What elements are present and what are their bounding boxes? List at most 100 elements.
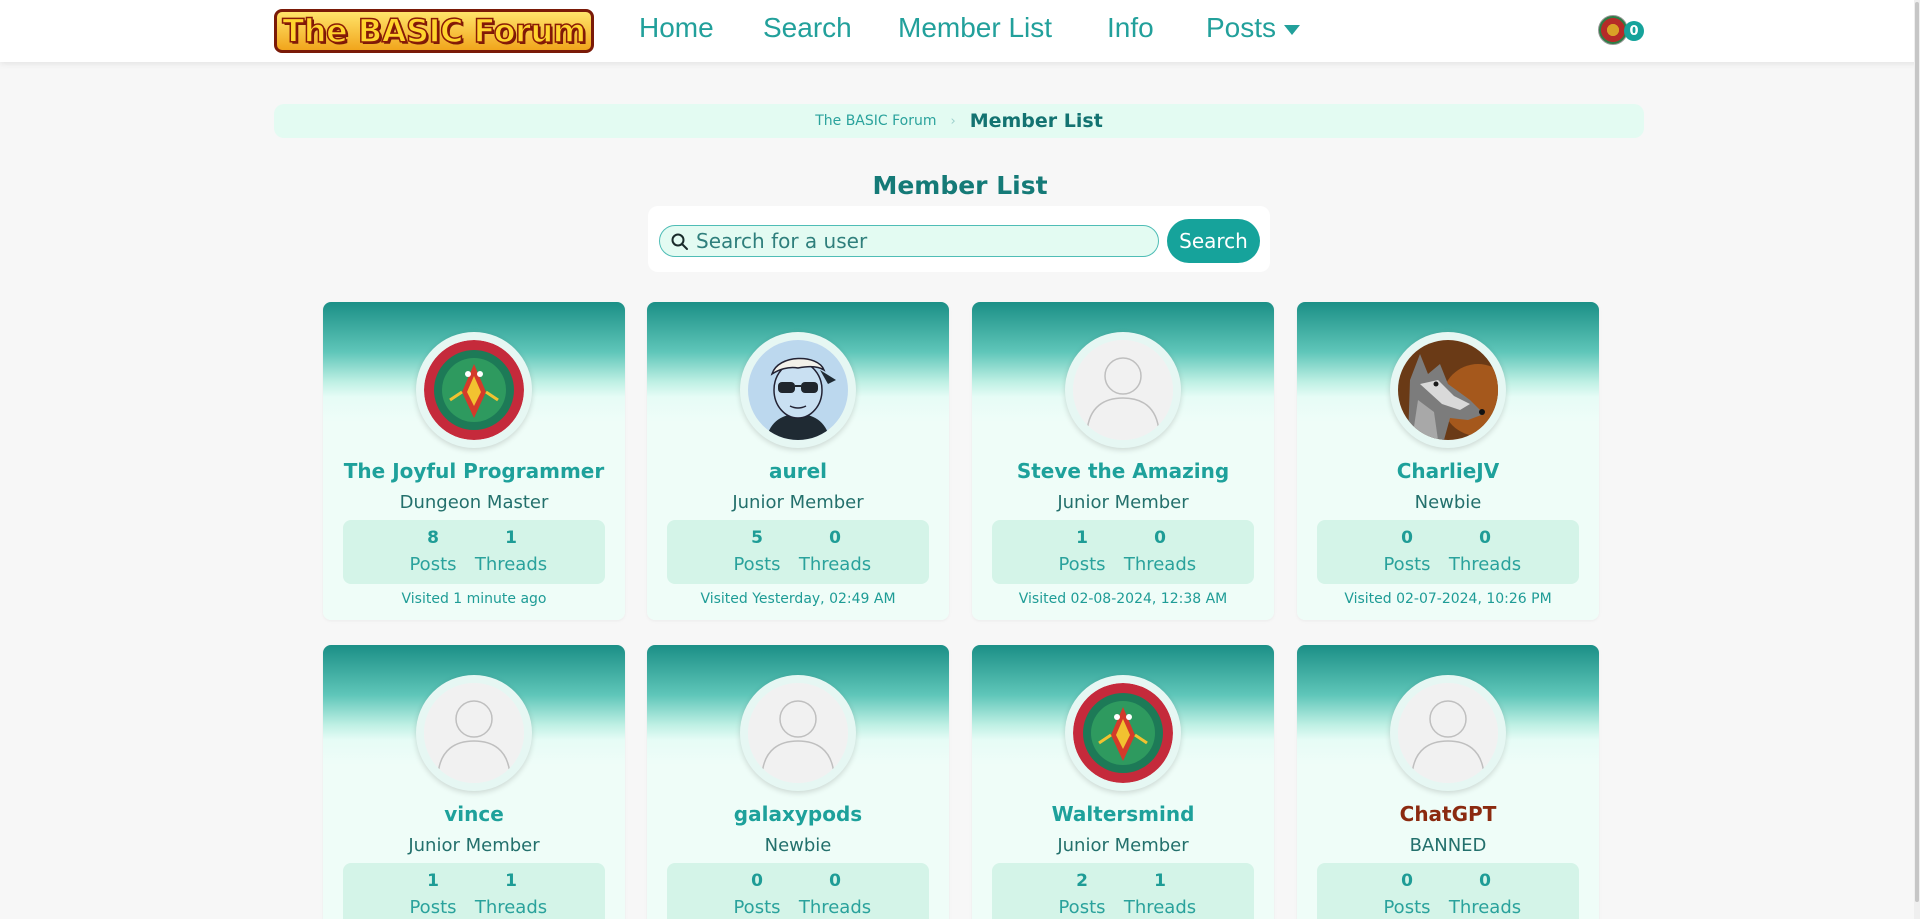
- member-card[interactable]: CharlieJV Newbie 0 Posts 0 Threads Visited 02-…: [1297, 302, 1599, 620]
- member-name[interactable]: galaxypods: [647, 802, 949, 826]
- breadcrumb: The BASIC Forum › Member List: [274, 104, 1644, 138]
- scrollbar-thumb[interactable]: [1915, 2, 1919, 902]
- member-name[interactable]: ChatGPT: [1297, 802, 1599, 826]
- nav-info[interactable]: Info: [1107, 12, 1154, 44]
- member-avatar[interactable]: [1065, 675, 1181, 791]
- search-panel: Search: [648, 206, 1270, 272]
- search-box[interactable]: [659, 225, 1159, 257]
- threads-count: 0: [1154, 528, 1166, 548]
- threads-count: 0: [829, 871, 841, 891]
- posts-label: Posts: [1058, 897, 1106, 918]
- member-stats: 2 Posts 1 Threads: [992, 863, 1254, 919]
- threads-label: Threads: [798, 554, 872, 575]
- member-avatar[interactable]: [1065, 332, 1181, 448]
- default-user-avatar-icon: [748, 683, 848, 783]
- member-rank: Junior Member: [1057, 492, 1189, 513]
- member-stats: 5 Posts 0 Threads: [667, 520, 929, 584]
- posts-count: 8: [427, 528, 439, 548]
- member-stats: 0 Posts 0 Threads: [1317, 520, 1579, 584]
- member-card[interactable]: The Joyful Programmer Dungeon Master 8 Post…: [323, 302, 625, 620]
- nav-member-list[interactable]: Member List: [898, 12, 1052, 44]
- member-rank: Junior Member: [1057, 835, 1189, 856]
- member-rank: Junior Member: [732, 492, 864, 513]
- threads-label: Threads: [474, 897, 548, 918]
- posts-label: Posts: [733, 897, 781, 918]
- member-name[interactable]: Steve the Amazing: [972, 459, 1274, 483]
- threads-count: 0: [1479, 871, 1491, 891]
- nav-posts-label: Posts: [1206, 12, 1277, 43]
- sunglasses-man-avatar: [748, 340, 848, 440]
- member-avatar[interactable]: [740, 332, 856, 448]
- member-avatar[interactable]: [1390, 332, 1506, 448]
- breadcrumb-separator: ›: [950, 113, 956, 129]
- wolf-avatar: [1398, 340, 1498, 440]
- member-card[interactable]: vince Junior Member 1 Posts 1 Threads: [323, 645, 625, 919]
- member-card[interactable]: Steve the Amazing Junior Member 1 Posts 0 Thr…: [972, 302, 1274, 620]
- member-name[interactable]: aurel: [647, 459, 949, 483]
- posts-label: Posts: [733, 554, 781, 575]
- member-name[interactable]: vince: [323, 802, 625, 826]
- member-stats: 0 Posts 0 Threads: [667, 863, 929, 919]
- member-name[interactable]: Waltersmind: [972, 802, 1274, 826]
- last-visited: Visited Yesterday, 02:49 AM: [700, 591, 896, 607]
- search-button[interactable]: Search: [1167, 219, 1260, 263]
- nav-home[interactable]: Home: [639, 12, 714, 44]
- member-card[interactable]: Waltersmind Junior Member 2 Posts 1 Threads: [972, 645, 1274, 919]
- member-name[interactable]: CharlieJV: [1297, 459, 1599, 483]
- breadcrumb-current: Member List: [969, 110, 1103, 132]
- posts-count: 0: [1401, 871, 1413, 891]
- member-avatar[interactable]: [740, 675, 856, 791]
- last-visited: Visited 1 minute ago: [401, 591, 547, 607]
- posts-label: Posts: [409, 554, 457, 575]
- threads-label: Threads: [1448, 897, 1522, 918]
- member-stats: 0 Posts 0 Threads: [1317, 863, 1579, 919]
- last-visited: Visited 02-07-2024, 10:26 PM: [1344, 591, 1552, 607]
- nav-posts[interactable]: Posts: [1206, 12, 1301, 44]
- posts-count: 0: [751, 871, 763, 891]
- top-navbar: The BASIC Forum Home Search Member List …: [0, 0, 1920, 62]
- joyful-programmer-avatar: [424, 340, 524, 440]
- joyful-programmer-avatar: [1073, 683, 1173, 783]
- notification-badge[interactable]: 0: [1624, 21, 1644, 41]
- member-rank: Dungeon Master: [399, 492, 549, 513]
- default-user-avatar-icon: [424, 683, 524, 783]
- user-search-input[interactable]: [696, 227, 1151, 255]
- member-rank: Newbie: [764, 835, 832, 856]
- threads-count: 1: [1154, 871, 1166, 891]
- member-name[interactable]: The Joyful Programmer: [323, 459, 625, 483]
- member-avatar[interactable]: [416, 332, 532, 448]
- page-title: Member List: [872, 171, 1048, 200]
- posts-count: 1: [1076, 528, 1088, 548]
- member-card[interactable]: galaxypods Newbie 0 Posts 0 Threads: [647, 645, 949, 919]
- nav-search[interactable]: Search: [763, 12, 852, 44]
- threads-label: Threads: [1123, 897, 1197, 918]
- threads-count: 0: [1479, 528, 1491, 548]
- threads-label: Threads: [1123, 554, 1197, 575]
- posts-count: 5: [751, 528, 763, 548]
- threads-label: Threads: [1448, 554, 1522, 575]
- threads-count: 0: [829, 528, 841, 548]
- threads-label: Threads: [474, 554, 548, 575]
- member-card[interactable]: ChatGPT BANNED 0 Posts 0 Threads: [1297, 645, 1599, 919]
- threads-count: 1: [505, 528, 517, 548]
- search-icon: [671, 233, 688, 250]
- threads-count: 1: [505, 871, 517, 891]
- posts-count: 1: [427, 871, 439, 891]
- posts-label: Posts: [409, 897, 457, 918]
- member-stats: 1 Posts 1 Threads: [343, 863, 605, 919]
- posts-count: 0: [1401, 528, 1413, 548]
- forum-logo[interactable]: The BASIC Forum: [274, 9, 594, 53]
- posts-label: Posts: [1383, 554, 1431, 575]
- member-avatar[interactable]: [416, 675, 532, 791]
- posts-label: Posts: [1058, 554, 1106, 575]
- member-stats: 1 Posts 0 Threads: [992, 520, 1254, 584]
- member-avatar[interactable]: [1390, 675, 1506, 791]
- default-user-avatar-icon: [1073, 340, 1173, 440]
- threads-label: Threads: [798, 897, 872, 918]
- default-user-avatar-icon: [1398, 683, 1498, 783]
- breadcrumb-home-link[interactable]: The BASIC Forum: [815, 113, 936, 129]
- posts-label: Posts: [1383, 897, 1431, 918]
- member-stats: 8 Posts 1 Threads: [343, 520, 605, 584]
- member-card[interactable]: aurel Junior Member 5 Posts 0 Threads Visited …: [647, 302, 949, 620]
- posts-count: 2: [1076, 871, 1088, 891]
